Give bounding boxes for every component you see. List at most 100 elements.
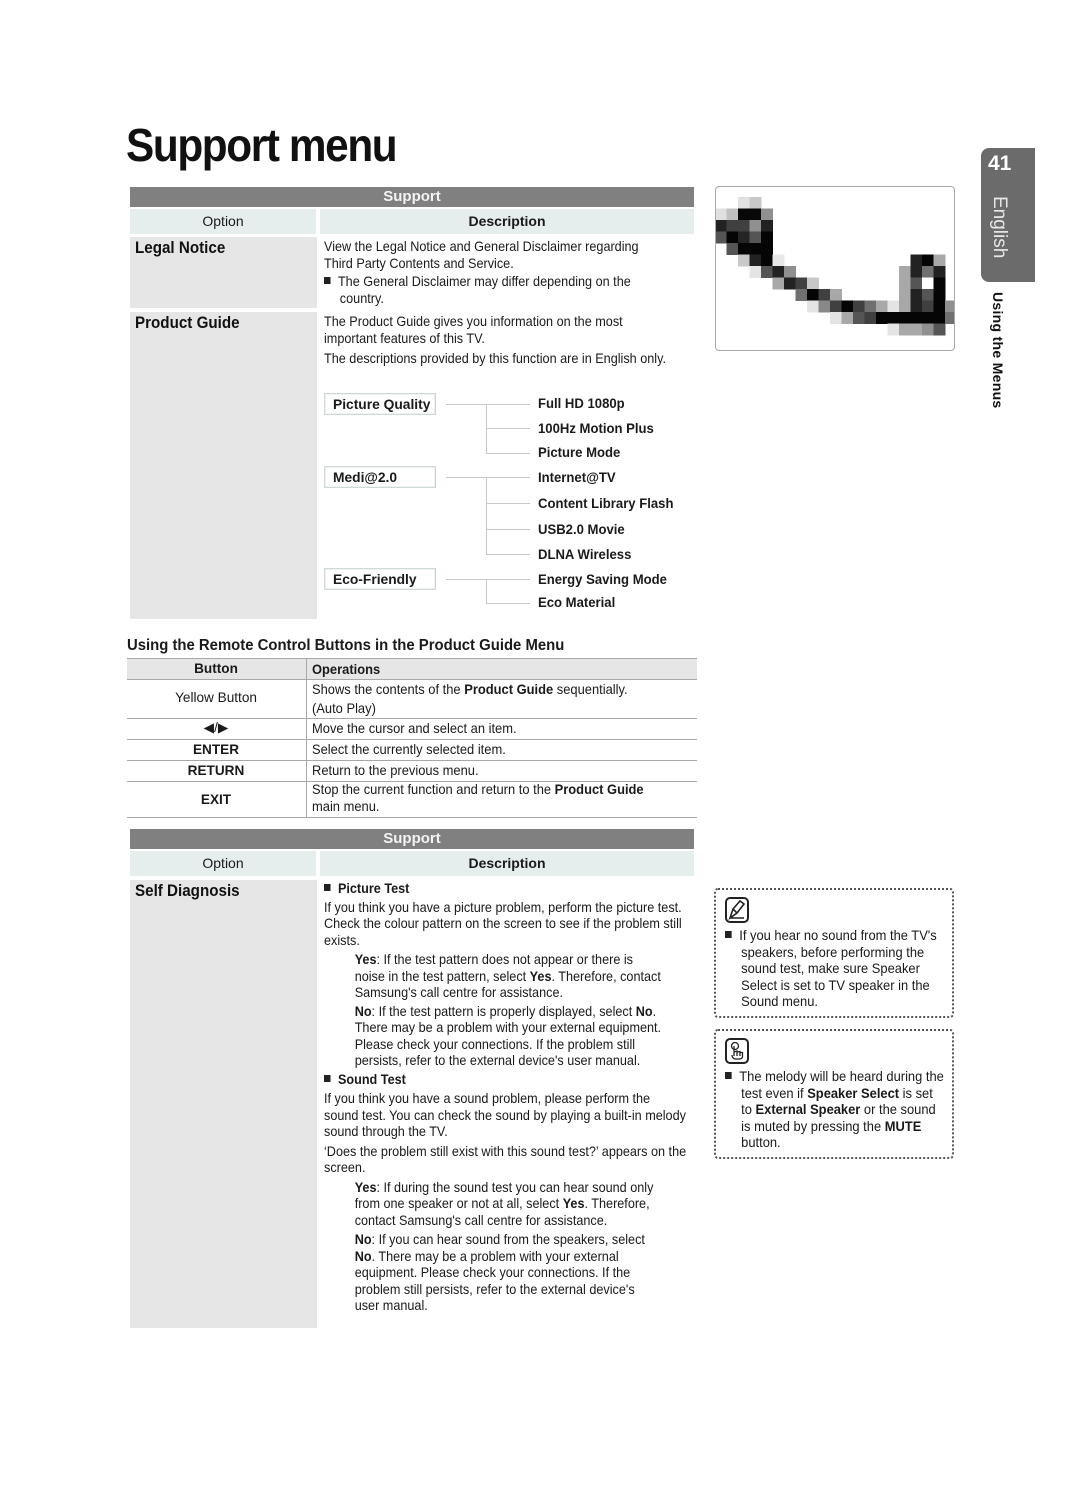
pixel-block — [830, 300, 842, 313]
pixel-block — [933, 254, 946, 267]
pixel-block — [716, 231, 727, 244]
pixel-block — [933, 289, 946, 301]
pixel-block — [922, 289, 934, 301]
tree-group-picture-quality: Picture Quality — [324, 393, 436, 415]
table-row: EXIT Stop the current function and retur… — [127, 782, 697, 818]
language-label: English — [989, 196, 1010, 259]
pixel-block — [945, 300, 954, 313]
pixel-block — [922, 277, 934, 290]
pixel-block — [726, 208, 739, 221]
pixel-block — [899, 289, 911, 301]
pixel-block — [933, 300, 946, 313]
sound-test-no: No: If you can hear sound from the speak… — [354, 1232, 645, 1313]
bullet-icon — [324, 277, 331, 284]
pixel-block — [749, 197, 762, 209]
option-product-guide: Product Guide — [135, 314, 240, 332]
pixel-figure-image — [716, 197, 954, 336]
note-pencil-icon — [725, 897, 749, 923]
pixel-block — [876, 312, 888, 324]
self-diagnosis-description: Picture Test If you think you have a pic… — [324, 881, 687, 1317]
note-box-melody: The melody will be heard during the test… — [714, 1029, 954, 1159]
pixel-block — [738, 231, 750, 244]
remote-col-operations: Operations — [312, 662, 381, 677]
pixel-block — [761, 243, 773, 255]
table-row: ◀/▶ Move the cursor and select an item. — [127, 719, 697, 740]
bullet-icon — [324, 1074, 331, 1082]
tree-connector — [486, 503, 530, 504]
page-title: Support menu — [126, 119, 398, 171]
pixel-block — [726, 243, 739, 255]
pixel-block — [887, 323, 900, 336]
pixel-block — [795, 289, 808, 301]
tree-item: Eco Material — [538, 595, 616, 610]
pixel-block — [933, 277, 946, 290]
pixel-block — [830, 289, 842, 301]
option-cell-self-diagnosis: Self Diagnosis — [130, 880, 317, 1328]
tree-item: Energy Saving Mode — [538, 572, 667, 587]
legal-notice-bullet: The General Disclaimer may differ depend… — [324, 274, 661, 307]
pixel-block — [910, 289, 923, 301]
option-legal-notice: Legal Notice — [135, 239, 226, 257]
sound-test-prompt: ‘Does the problem still exist with this … — [324, 1143, 687, 1176]
pixel-block — [807, 300, 819, 313]
pixel-block — [910, 254, 923, 267]
pixel-block — [738, 243, 750, 255]
pixel-block — [749, 266, 762, 278]
picture-test-heading: Picture Test — [324, 881, 687, 898]
tree-item: Picture Mode — [538, 445, 621, 460]
option-self-diagnosis: Self Diagnosis — [135, 882, 240, 900]
desc-paragraph: The Product Guide gives you information … — [324, 314, 623, 346]
pixel-block — [807, 277, 819, 290]
pixel-block — [910, 277, 923, 290]
pixel-block — [933, 266, 946, 278]
remote-operation: Stop the current function and return to … — [312, 782, 644, 814]
remote-col-button: Button — [194, 661, 238, 676]
tree-connector — [446, 404, 530, 405]
sound-test-heading: Sound Test — [324, 1072, 687, 1089]
picture-test-yes: Yes: If the test pattern does not appear… — [354, 952, 661, 1000]
tree-group-media: Medi@2.0 — [324, 466, 436, 488]
remote-section-title: Using the Remote Control Buttons in the … — [127, 637, 565, 654]
note-text: If you hear no sound from the TV's speak… — [725, 928, 945, 1011]
bullet-text: The General Disclaimer may differ depend… — [337, 274, 631, 306]
pixel-block — [864, 300, 877, 313]
magnified-pixel-figure — [715, 186, 955, 351]
tree-group-eco-friendly: Eco-Friendly — [324, 568, 436, 590]
pixel-block — [841, 312, 854, 324]
pixel-block — [761, 220, 773, 232]
table-row: ENTER Select the currently selected item… — [127, 740, 697, 761]
pixel-block — [922, 323, 934, 336]
pixel-block — [910, 323, 923, 336]
tree-connector — [446, 579, 530, 580]
pixel-block — [922, 312, 934, 324]
pixel-block — [910, 266, 923, 278]
pixel-block — [784, 266, 796, 278]
pixel-block — [899, 300, 911, 313]
pixel-block — [761, 266, 773, 278]
table-row: Yellow Button Shows the contents of the … — [127, 680, 697, 719]
pixel-block — [749, 231, 762, 244]
remote-operation: Return to the previous menu. — [312, 763, 479, 778]
remote-operation: Shows the contents of the Product Guide … — [312, 682, 628, 716]
note-text: The melody will be heard during the test… — [725, 1069, 945, 1152]
picture-test-intro: If you think you have a picture problem,… — [324, 899, 682, 948]
table2-band: Support — [130, 829, 694, 849]
pixel-block — [899, 312, 911, 324]
tree-connector — [486, 529, 530, 530]
tree-item: Content Library Flash — [538, 496, 674, 511]
tree-connector — [486, 477, 487, 554]
tree-item: 100Hz Motion Plus — [538, 421, 654, 436]
table2-col-option: Option — [130, 851, 316, 876]
pixel-block — [922, 254, 934, 267]
sound-test-intro: If you think you have a sound problem, p… — [324, 1091, 686, 1139]
pixel-block — [933, 323, 946, 336]
option-cell-legal-notice: Legal Notice — [130, 237, 317, 308]
pixel-block — [761, 231, 773, 244]
tree-connector — [486, 579, 487, 603]
pixel-block — [795, 277, 808, 290]
pixel-block — [749, 254, 762, 267]
remote-buttons-table: Button Operations Yellow Button Shows th… — [127, 658, 697, 818]
pixel-block — [761, 208, 773, 221]
pixel-block — [726, 220, 739, 232]
tree-connector — [446, 477, 530, 478]
